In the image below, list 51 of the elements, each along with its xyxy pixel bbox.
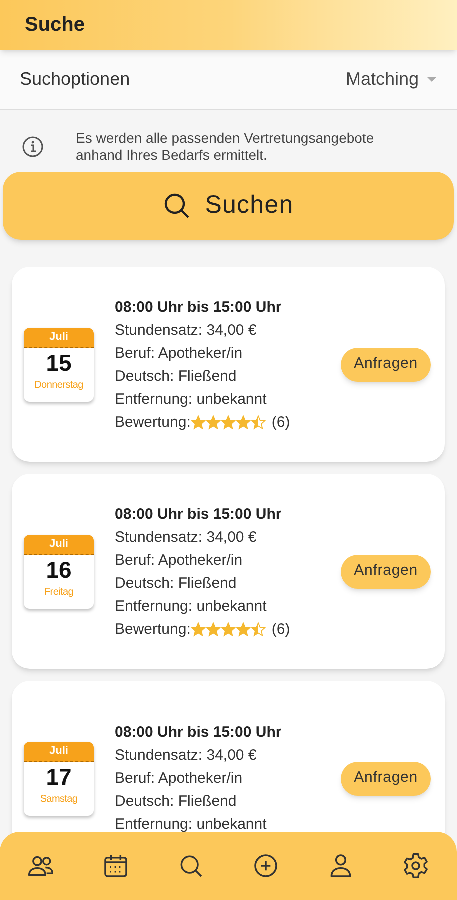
request-button[interactable]: Anfragen — [341, 762, 431, 796]
calendar-day: 15 — [24, 348, 94, 378]
rating-count: (6) — [272, 412, 290, 432]
calendar-weekday: Donnerstag — [34, 378, 84, 392]
star-icon — [190, 414, 206, 430]
calendar-month: Juli — [24, 742, 94, 762]
detail-text: Stundensatz: 34,00 € — [115, 320, 258, 340]
rating-label: Bewertung: — [115, 620, 191, 640]
detail-text: Entfernung: unbekannt — [115, 596, 268, 616]
settings-icon[interactable] — [402, 852, 430, 880]
header-title: Suche — [25, 13, 86, 38]
star-icon — [190, 622, 206, 636]
detail-text: Deutsch: Fließend — [115, 574, 238, 594]
shift-time: 08:00 Uhr bis 15:00 Uhr — [115, 723, 283, 743]
info-icon — [22, 136, 44, 158]
calendar-month: Juli — [24, 534, 94, 554]
detail-text: Deutsch: Fließend — [115, 366, 238, 386]
calendar-day: 16 — [24, 554, 94, 584]
calendar-month: Juli — [24, 328, 94, 348]
caret-icon — [427, 76, 437, 82]
calendar-day: 17 — [24, 762, 94, 792]
add-icon[interactable] — [252, 852, 280, 880]
detail-text: Beruf: Apotheker/in — [115, 769, 244, 789]
search-icon — [163, 192, 192, 220]
shift-time: 08:00 Uhr bis 15:00 Uhr — [115, 504, 283, 524]
star-icon — [220, 414, 236, 430]
detail-text: Beruf: Apotheker/in — [115, 550, 244, 570]
star-icon — [236, 414, 251, 430]
info-text: Es werden alle passenden Vertretungsangebote anhand Ihres Bedarfs ermittelt. — [76, 130, 376, 164]
detail-text: Entfernung: unbekannt — [115, 390, 268, 410]
star-icon — [220, 622, 236, 636]
calendar-weekday: Samstag — [39, 792, 79, 806]
star-icon — [236, 622, 251, 636]
request-button[interactable]: Anfragen — [341, 554, 431, 588]
matching-dropdown[interactable]: Matching — [346, 66, 437, 93]
shift-time: 08:00 Uhr bis 15:00 Uhr — [115, 298, 283, 318]
detail-text: Beruf: Apotheker/in — [115, 344, 244, 364]
detail-text: Stundensatz: 34,00 € — [115, 528, 258, 548]
search-button[interactable]: Suchen — [3, 172, 454, 240]
star-icon — [250, 414, 266, 430]
rating-count: (6) — [272, 620, 290, 640]
request-button[interactable]: Anfragen — [341, 348, 431, 382]
star-icon — [250, 622, 266, 636]
detail-text: Entfernung: unbekannt — [115, 815, 268, 835]
calendar-weekday: Freitag — [43, 586, 75, 600]
detail-text: Deutsch: Fließend — [115, 792, 238, 812]
rating-label: Bewertung: — [115, 412, 191, 432]
detail-text: Stundensatz: 34,00 € — [115, 746, 258, 766]
star-icon — [206, 414, 221, 430]
star-icon — [206, 622, 221, 636]
search-options-label: Suchoptionen — [20, 68, 130, 91]
